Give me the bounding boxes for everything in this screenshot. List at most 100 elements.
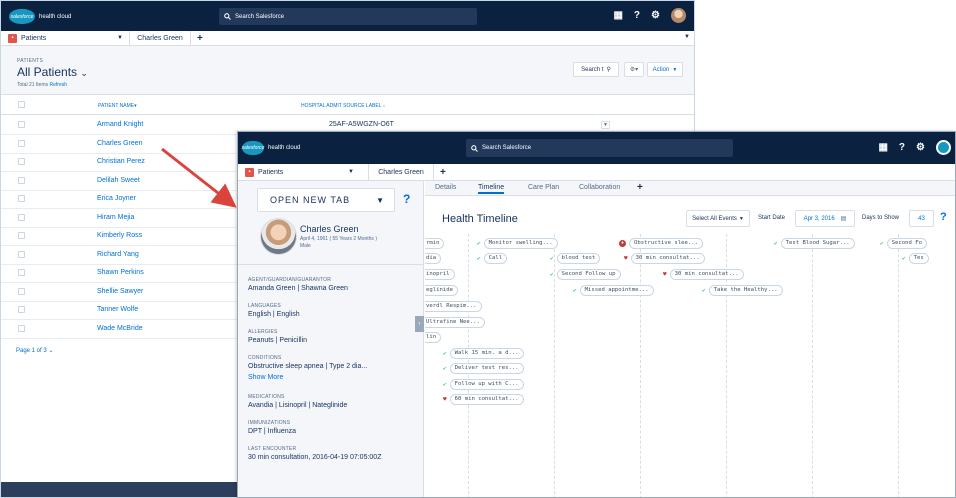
select-all-events-dropdown[interactable]: Select All Events ▼ <box>686 210 750 227</box>
patient-name-link[interactable]: Delilah Sweet <box>97 177 140 184</box>
row-checkbox[interactable] <box>18 195 25 202</box>
patient-record-window: salesforce health cloud Search Salesforc… <box>237 131 956 498</box>
app-launcher-grid-icon[interactable]: ▦ <box>878 141 887 155</box>
open-new-tab-dropdown[interactable]: OPEN NEW TAB ▼ <box>257 188 395 212</box>
event-label: lin <box>425 332 442 343</box>
tab-timeline[interactable]: Timeline <box>478 184 505 194</box>
collapse-panel-handle[interactable]: ‹ <box>415 316 424 332</box>
patient-name-link[interactable]: Hiram Mejia <box>97 214 134 221</box>
timeline-event[interactable]: ♥ 60 min consultat... <box>443 394 524 405</box>
patient-name-link[interactable]: Christian Perez <box>97 158 145 165</box>
help-icon[interactable]: ? <box>899 141 905 155</box>
timeline-event[interactable]: ✔ Second Fo <box>880 238 927 249</box>
row-checkbox[interactable] <box>18 140 25 147</box>
tab-collaboration[interactable]: Collaboration <box>579 184 620 191</box>
days-to-show-input[interactable]: 43 <box>909 210 934 227</box>
patient-name-link[interactable]: Richard Yang <box>97 251 139 258</box>
start-date-input[interactable]: Apr 3, 2016 ▤ <box>795 210 855 227</box>
row-checkbox[interactable] <box>18 158 25 165</box>
pagination-text[interactable]: Page 1 of 3 ⌄ <box>16 347 53 354</box>
app-tab-chevron-down-icon[interactable]: ▼ <box>344 169 358 175</box>
row-checkbox[interactable] <box>18 306 25 313</box>
patient-name-link[interactable]: Shawn Perkins <box>97 269 144 276</box>
row-checkbox[interactable] <box>18 288 25 295</box>
timeline-event[interactable]: ✔ Second Follow up <box>550 269 621 280</box>
days-value: 43 <box>918 215 925 222</box>
timeline-event[interactable]: ✔ Walk 15 min. a d... <box>443 348 524 359</box>
health-cloud-logo[interactable]: salesforce health cloud <box>242 141 300 155</box>
tab-care-plan[interactable]: Care Plan <box>528 184 559 191</box>
column-header-patient-name[interactable]: PATIENT NAME▾ <box>98 103 137 109</box>
timeline-event[interactable]: Ultrafine Nee... <box>425 317 485 328</box>
timeline-event[interactable]: + Obstructive slee... <box>619 238 703 249</box>
row-checkbox[interactable] <box>18 121 25 128</box>
timeline-event[interactable]: ✔ Tes <box>902 253 929 264</box>
user-avatar[interactable] <box>936 140 951 155</box>
patient-name-link[interactable]: Armand Knight <box>97 121 143 128</box>
calendar-icon: ▤ <box>840 216 847 222</box>
patient-name-link[interactable]: Wade McBride <box>97 325 143 332</box>
check-icon: ✔ <box>774 240 778 247</box>
add-tab-plus-icon[interactable]: + <box>197 33 203 44</box>
row-checkbox[interactable] <box>18 251 25 258</box>
patient-name-link[interactable]: Tanner Wolfe <box>97 306 138 313</box>
row-actions-chevron-down-icon[interactable]: ▼ <box>601 121 610 129</box>
global-search-input[interactable]: Search Salesforce <box>466 139 733 157</box>
timeline-event[interactable]: rmin <box>425 238 445 249</box>
timeline-event[interactable]: lin <box>425 332 442 343</box>
tab-details[interactable]: Details <box>435 184 456 191</box>
timeline-event[interactable]: ✔ Deliver test res... <box>443 363 524 374</box>
health-cloud-logo[interactable]: salesforce health cloud <box>9 9 71 24</box>
row-checkbox[interactable] <box>18 325 25 332</box>
timeline-event[interactable]: ✔ Follow up with C... <box>443 379 524 390</box>
app-tab-patients[interactable]: ▪ Patients <box>238 167 344 177</box>
timeline-event[interactable]: dia <box>425 253 442 264</box>
show-more-link[interactable]: Show More <box>248 374 283 381</box>
gear-icon[interactable]: ⚙ <box>651 9 660 23</box>
help-icon[interactable]: ? <box>403 192 410 206</box>
refresh-link[interactable]: Refresh <box>50 82 68 88</box>
app-launcher-grid-icon[interactable]: ▦ <box>613 9 622 23</box>
timeline-event[interactable]: ♥ 30 min consultat... <box>624 253 705 264</box>
start-date-label: Start Date <box>758 215 786 221</box>
help-icon[interactable]: ? <box>940 211 947 223</box>
subtab-charles-green[interactable]: Charles Green <box>129 31 191 45</box>
timeline-event[interactable]: verdl Respim... <box>425 301 482 312</box>
add-tab-plus-icon[interactable]: + <box>637 182 643 193</box>
user-avatar[interactable] <box>671 8 686 23</box>
select-all-checkbox[interactable] <box>18 101 25 108</box>
patient-name-link[interactable]: Shellie Sawyer <box>97 288 143 295</box>
column-header-admit-source[interactable]: HOSPITAL ADMIT SOURCE LABEL ↓ <box>301 103 385 109</box>
action-button[interactable]: Action ▼ <box>647 62 683 77</box>
global-header: salesforce health cloud Search Salesforc… <box>238 132 955 164</box>
list-settings-gear-button[interactable]: ⚙▾ <box>624 62 644 77</box>
event-label: Deliver test res... <box>449 363 524 374</box>
timeline-event[interactable]: ✔ Monitor swelling... <box>477 238 558 249</box>
timeline-event[interactable]: ✔ Call <box>477 253 508 264</box>
global-search-input[interactable]: Search Salesforce <box>219 8 477 25</box>
list-title-chevron-down-icon: ⌄ <box>80 68 88 78</box>
list-view-title[interactable]: All Patients ⌄ <box>17 65 88 79</box>
patient-name-link[interactable]: Kimberly Ross <box>97 232 142 239</box>
row-checkbox[interactable] <box>18 232 25 239</box>
timeline-event[interactable]: ✔ blood test <box>550 253 601 264</box>
timeline-event[interactable]: ✔ Take the Healthy... <box>702 285 783 296</box>
timeline-event[interactable]: eglinide <box>425 285 458 296</box>
timeline-event[interactable]: inopril <box>425 269 455 280</box>
app-tab-patients[interactable]: ▪ Patients <box>1 33 111 43</box>
timeline-event[interactable]: ♥ 30 min consultat... <box>663 269 744 280</box>
help-icon[interactable]: ? <box>634 9 640 23</box>
app-tab-chevron-down-icon[interactable]: ▼ <box>111 35 129 41</box>
overflow-chevron-down-icon[interactable]: ▼ <box>684 34 690 40</box>
add-tab-plus-icon[interactable]: + <box>440 167 446 178</box>
row-checkbox[interactable] <box>18 177 25 184</box>
row-checkbox[interactable] <box>18 214 25 221</box>
timeline-event[interactable]: ✔ Test Blood Sugar... <box>774 238 855 249</box>
list-search-button[interactable]: Search t ⚲ <box>573 62 619 77</box>
gear-icon[interactable]: ⚙ <box>916 141 925 155</box>
patient-name-link[interactable]: Charles Green <box>97 140 143 147</box>
row-checkbox[interactable] <box>18 269 25 276</box>
timeline-event[interactable]: ✔ Missed appointme... <box>573 285 654 296</box>
patient-name-link[interactable]: Erica Joyner <box>97 195 136 202</box>
subtab-charles-green[interactable]: Charles Green <box>368 164 434 180</box>
